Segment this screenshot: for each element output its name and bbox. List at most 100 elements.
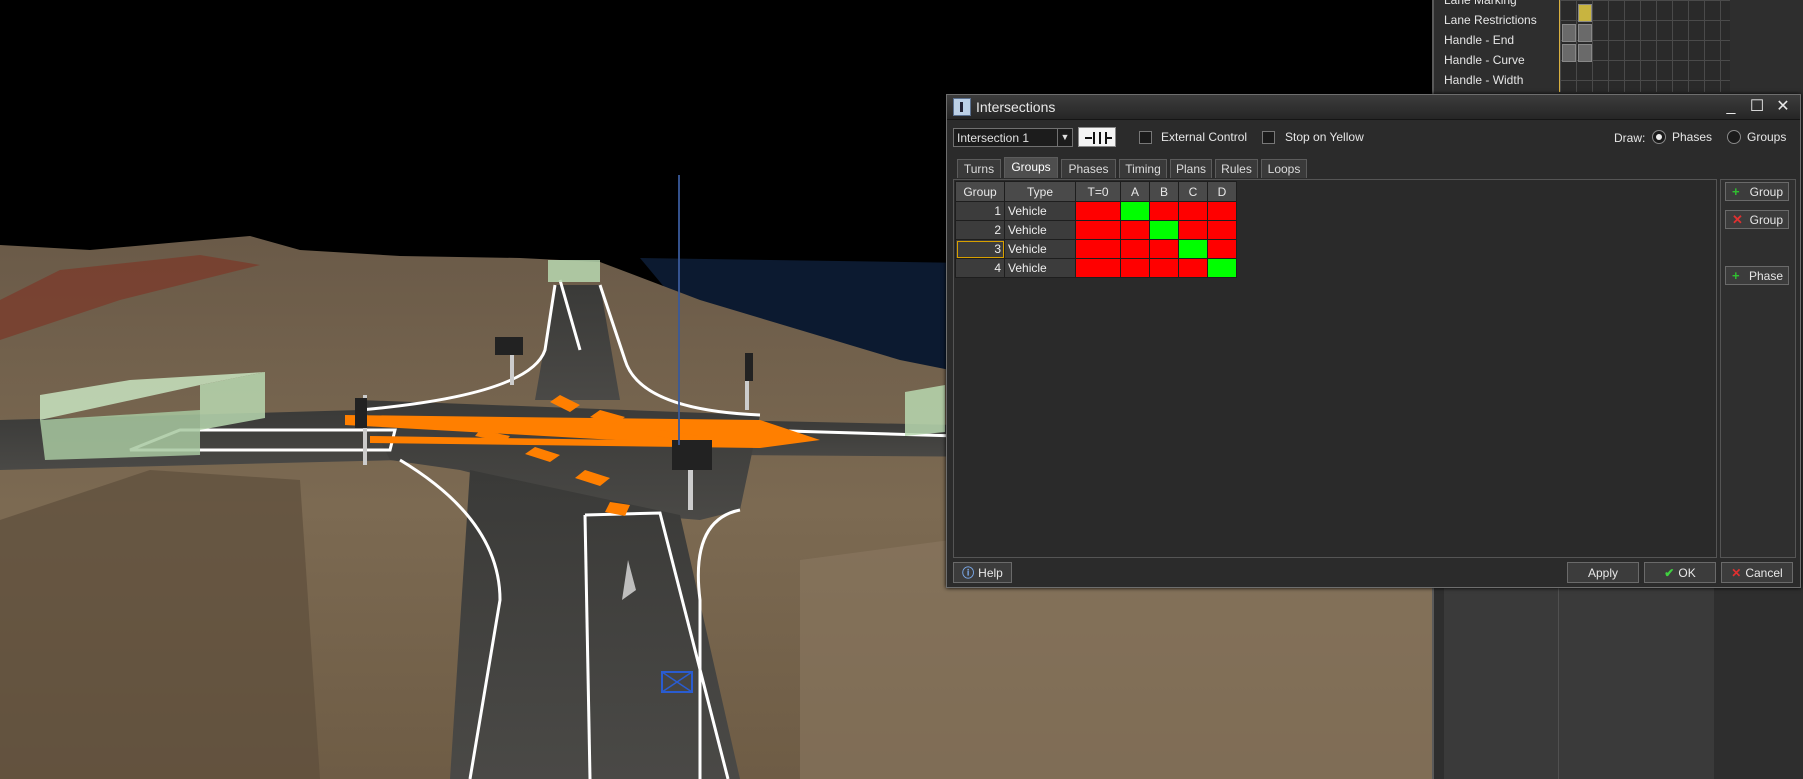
apply-button[interactable]: Apply [1567, 562, 1639, 583]
help-label: Help [978, 566, 1003, 580]
x-icon: ✕ [1731, 566, 1742, 580]
help-button[interactable]: ⓘ Help [953, 562, 1012, 583]
table-row[interactable]: 1 Vehicle [955, 201, 1237, 221]
dialog-toolbar: Intersection 1 ▼ External Control Stop o… [953, 127, 1793, 149]
column-header[interactable]: Group [955, 181, 1005, 202]
column-header[interactable]: A [1120, 181, 1150, 202]
minimize-button[interactable]: _ [1720, 97, 1742, 117]
intersections-dialog: Intersections _ ☐ ✕ Intersection 1 ▼ Ext… [946, 94, 1801, 588]
add-group-button[interactable]: + Group [1725, 182, 1789, 201]
layer-toggle[interactable] [1562, 24, 1576, 42]
draw-label: Draw: [1614, 131, 1646, 145]
signal-state-cell-red[interactable] [1120, 239, 1150, 259]
signal-state-cell-red[interactable] [1075, 220, 1121, 240]
layer-item[interactable]: Handle - End [1444, 30, 1566, 50]
signal-state-cell-red[interactable] [1075, 258, 1121, 278]
external-control-checkbox[interactable] [1139, 131, 1152, 144]
group-number-cell[interactable]: 2 [955, 220, 1005, 240]
signal-state-cell-red[interactable] [1149, 258, 1179, 278]
signal-state-cell-red[interactable] [1207, 201, 1237, 221]
signal-state-cell-red[interactable] [1207, 220, 1237, 240]
draw-phases-label: Phases [1672, 130, 1713, 144]
group-type-cell[interactable]: Vehicle [1004, 239, 1076, 259]
group-type-cell[interactable]: Vehicle [1004, 220, 1076, 240]
tab-turns[interactable]: Turns [957, 159, 1001, 178]
column-header[interactable]: D [1207, 181, 1237, 202]
signal-state-cell-red[interactable] [1149, 239, 1179, 259]
group-type-cell[interactable]: Vehicle [1004, 201, 1076, 221]
signal-state-cell-red[interactable] [1178, 220, 1208, 240]
layer-item[interactable]: Handle - Curve [1444, 50, 1566, 70]
group-number-cell[interactable]: 1 [955, 201, 1005, 221]
column-header[interactable]: T=0 [1075, 181, 1121, 202]
signal-state-cell-green[interactable] [1207, 258, 1237, 278]
dialog-footer: ⓘ Help Apply ✔ OK ✕ Cancel [953, 562, 1793, 583]
groups-table-area: Group Type T=0 A B C D 1 Vehicle 2 Vehicle 3… [953, 179, 1717, 558]
table-row[interactable]: 2 Vehicle [955, 220, 1237, 240]
add-phase-label: Phase [1748, 269, 1783, 283]
layer-toggle[interactable] [1578, 44, 1592, 62]
remove-group-button[interactable]: ✕ Group [1725, 210, 1789, 229]
signal-state-cell-red[interactable] [1178, 258, 1208, 278]
group-number-cell[interactable]: 4 [955, 258, 1005, 278]
column-header[interactable]: B [1149, 181, 1179, 202]
signal-layout-button[interactable] [1078, 127, 1116, 147]
plus-icon: + [1732, 268, 1740, 283]
tab-groups[interactable]: Groups [1004, 157, 1058, 178]
draw-groups-label: Groups [1747, 130, 1787, 144]
apply-label: Apply [1587, 566, 1619, 580]
layer-item[interactable]: Lane Restrictions [1444, 10, 1566, 30]
add-group-label: Group [1749, 185, 1783, 199]
dialog-title: Intersections [976, 99, 1056, 115]
signal-state-cell-green[interactable] [1120, 201, 1150, 221]
signal-state-cell-green[interactable] [1149, 220, 1179, 240]
column-header[interactable]: C [1178, 181, 1208, 202]
external-control-label: External Control [1161, 130, 1248, 144]
tab-phases[interactable]: Phases [1061, 159, 1116, 178]
dialog-titlebar[interactable]: Intersections _ ☐ ✕ [947, 95, 1800, 120]
ok-button[interactable]: ✔ OK [1644, 562, 1716, 583]
draw-groups-radio[interactable] [1727, 130, 1741, 144]
layer-toggle[interactable] [1578, 4, 1592, 22]
tab-plans[interactable]: Plans [1170, 159, 1212, 178]
signal-state-cell-red[interactable] [1120, 220, 1150, 240]
x-icon: ✕ [1732, 212, 1743, 227]
remove-group-label: Group [1749, 213, 1783, 227]
signal-state-cell-red[interactable] [1075, 239, 1121, 259]
signal-state-cell-red[interactable] [1075, 201, 1121, 221]
intersection-select-value: Intersection 1 [957, 131, 1030, 145]
ok-label: OK [1678, 566, 1696, 580]
app-icon [953, 98, 971, 116]
layer-item[interactable]: Lane Marking [1444, 0, 1566, 10]
info-icon: ⓘ [962, 566, 975, 580]
column-header[interactable]: Type [1004, 181, 1076, 202]
side-button-panel: + Group ✕ Group + Phase [1720, 179, 1796, 558]
tab-timing[interactable]: Timing [1119, 159, 1167, 178]
layer-toggle[interactable] [1562, 44, 1576, 62]
layer-visibility-grid[interactable] [1559, 0, 1730, 92]
add-phase-button[interactable]: + Phase [1725, 266, 1789, 285]
tab-rules[interactable]: Rules [1215, 159, 1258, 178]
intersection-select[interactable]: Intersection 1 ▼ [953, 128, 1073, 147]
layer-toggle[interactable] [1578, 24, 1592, 42]
table-row[interactable]: 4 Vehicle [955, 258, 1237, 278]
close-button[interactable]: ✕ [1772, 97, 1794, 117]
signal-state-cell-red[interactable] [1207, 239, 1237, 259]
maximize-button[interactable]: ☐ [1746, 97, 1768, 117]
plus-icon: + [1732, 184, 1740, 199]
draw-phases-radio[interactable] [1652, 130, 1666, 144]
signal-state-cell-green[interactable] [1178, 239, 1208, 259]
group-number-cell[interactable]: 3 [955, 239, 1005, 259]
cancel-button[interactable]: ✕ Cancel [1721, 562, 1793, 583]
group-type-cell[interactable]: Vehicle [1004, 258, 1076, 278]
signal-state-cell-red[interactable] [1120, 258, 1150, 278]
signal-state-cell-red[interactable] [1149, 201, 1179, 221]
table-row[interactable]: 3 Vehicle [955, 239, 1237, 259]
signal-state-cell-red[interactable] [1178, 201, 1208, 221]
panel-divider [1558, 586, 1559, 779]
check-icon: ✔ [1664, 566, 1675, 580]
tab-loops[interactable]: Loops [1261, 159, 1307, 178]
layer-item[interactable]: Handle - Width [1444, 70, 1566, 90]
chevron-down-icon: ▼ [1057, 129, 1072, 146]
stop-on-yellow-checkbox[interactable] [1262, 131, 1275, 144]
